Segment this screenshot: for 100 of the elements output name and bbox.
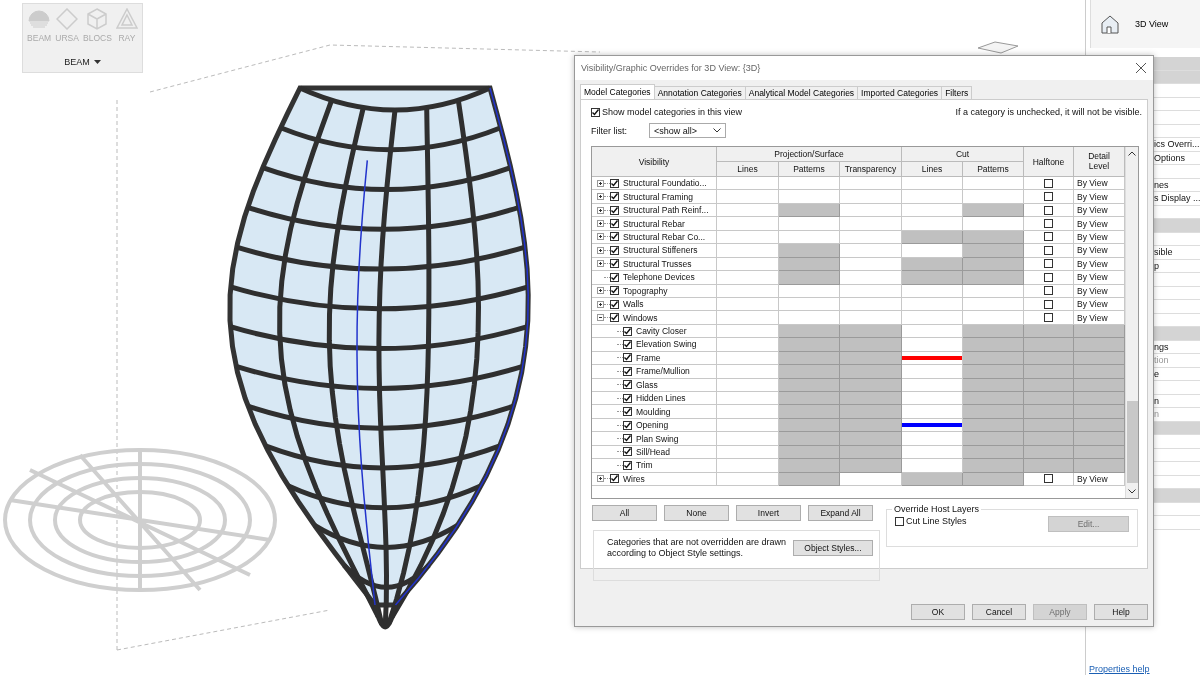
dialog-button[interactable]: Cancel xyxy=(972,604,1026,620)
table-cell[interactable] xyxy=(717,284,779,298)
table-cell[interactable] xyxy=(963,190,1024,204)
dialog-button[interactable]: Help xyxy=(1094,604,1148,620)
column-header[interactable]: Halftone xyxy=(1024,147,1074,177)
scroll-thumb[interactable] xyxy=(1126,401,1138,483)
expand-icon[interactable] xyxy=(597,246,604,254)
table-cell[interactable] xyxy=(717,311,779,325)
tab[interactable]: Filters xyxy=(941,86,973,99)
checkbox[interactable] xyxy=(1044,219,1053,229)
checkbox-label[interactable]: Cut Line Styles xyxy=(906,516,967,526)
checkbox[interactable] xyxy=(610,232,619,242)
expand-icon[interactable] xyxy=(597,220,604,228)
table-cell[interactable] xyxy=(963,217,1024,231)
checkbox[interactable] xyxy=(1044,313,1053,323)
tree-button[interactable]: Expand All xyxy=(808,505,873,521)
table-cell[interactable] xyxy=(779,284,840,298)
table-cell[interactable] xyxy=(779,297,840,312)
collapse-icon[interactable] xyxy=(597,314,604,322)
table-cell[interactable] xyxy=(902,217,963,231)
checkbox[interactable] xyxy=(623,380,632,390)
table-cell[interactable] xyxy=(840,203,902,218)
expand-icon[interactable] xyxy=(597,300,604,308)
checkbox[interactable] xyxy=(1044,192,1053,202)
tab[interactable]: Model Categories xyxy=(580,84,655,99)
column-header[interactable]: Lines xyxy=(717,162,779,177)
checkbox[interactable] xyxy=(1044,178,1053,188)
checkbox[interactable] xyxy=(610,192,619,202)
checkbox[interactable] xyxy=(1044,232,1053,242)
scroll-up-icon[interactable] xyxy=(1128,151,1136,156)
column-header[interactable]: Transparency xyxy=(840,162,902,177)
checkbox[interactable] xyxy=(623,447,632,457)
column-header[interactable]: Projection/Surface xyxy=(717,147,902,162)
column-header[interactable]: Patterns xyxy=(779,162,840,177)
close-icon[interactable] xyxy=(1136,63,1146,73)
table-cell[interactable] xyxy=(840,244,902,258)
expand-icon[interactable] xyxy=(597,193,604,201)
view-button[interactable]: 3D View xyxy=(1090,0,1200,48)
column-header[interactable]: Lines xyxy=(902,162,963,177)
table-cell[interactable] xyxy=(779,217,840,231)
table-cell[interactable] xyxy=(840,217,902,231)
checkbox[interactable] xyxy=(623,434,632,444)
table-cell[interactable] xyxy=(779,190,840,204)
dialog-button[interactable]: OK xyxy=(911,604,965,620)
table-cell[interactable] xyxy=(902,297,963,312)
expand-icon[interactable] xyxy=(597,206,604,214)
tree-button[interactable]: None xyxy=(664,505,729,521)
table-cell[interactable] xyxy=(717,177,779,191)
table-cell[interactable] xyxy=(902,351,963,366)
tab[interactable]: Annotation Categories xyxy=(653,86,746,99)
table-cell[interactable] xyxy=(963,177,1024,191)
table-cell[interactable] xyxy=(963,284,1024,298)
checkbox[interactable] xyxy=(895,516,904,526)
checkbox[interactable] xyxy=(1044,299,1053,309)
checkbox[interactable] xyxy=(1044,259,1053,269)
object-styles-button[interactable]: Object Styles... xyxy=(792,540,873,556)
checkbox[interactable] xyxy=(610,178,619,188)
table-cell[interactable] xyxy=(717,230,779,245)
checkbox[interactable] xyxy=(623,420,632,430)
tree-button[interactable]: All xyxy=(592,505,657,521)
scroll-down-icon[interactable] xyxy=(1128,489,1136,494)
table-cell[interactable] xyxy=(963,297,1024,312)
table-cell[interactable] xyxy=(717,217,779,231)
table-cell[interactable] xyxy=(840,190,902,204)
checkbox[interactable] xyxy=(610,259,619,269)
table-cell[interactable] xyxy=(779,177,840,191)
table-cell[interactable] xyxy=(902,284,963,298)
checkbox[interactable] xyxy=(610,219,619,229)
checkbox[interactable] xyxy=(623,339,632,349)
checkbox[interactable] xyxy=(1044,205,1053,215)
checkbox[interactable] xyxy=(623,366,632,376)
tree-button[interactable]: Invert xyxy=(736,505,801,521)
table-cell[interactable] xyxy=(840,297,902,312)
checkbox[interactable] xyxy=(591,107,600,117)
checkbox[interactable] xyxy=(610,205,619,215)
checkbox[interactable] xyxy=(1044,245,1053,255)
expand-icon[interactable] xyxy=(597,475,604,483)
checkbox[interactable] xyxy=(610,272,619,282)
checkbox-label[interactable]: Show model categories in this view xyxy=(602,107,743,117)
checkbox[interactable] xyxy=(623,407,632,417)
table-cell[interactable] xyxy=(717,190,779,204)
checkbox[interactable] xyxy=(1044,474,1053,484)
column-header[interactable]: Visibility xyxy=(592,147,717,177)
checkbox[interactable] xyxy=(623,460,632,470)
checkbox[interactable] xyxy=(610,474,619,484)
caret-icon[interactable] xyxy=(93,60,101,64)
tab[interactable]: Analytical Model Categories xyxy=(744,86,859,99)
checkbox[interactable] xyxy=(610,299,619,309)
table-cell[interactable] xyxy=(902,190,963,204)
table-cell[interactable] xyxy=(963,311,1024,325)
column-header[interactable]: Detail Level xyxy=(1074,147,1125,177)
scrollbar[interactable] xyxy=(1125,147,1138,498)
column-header[interactable]: Patterns xyxy=(963,162,1024,177)
filter-dropdown[interactable]: <show all> xyxy=(649,123,726,138)
table-cell[interactable] xyxy=(902,311,963,325)
checkbox[interactable] xyxy=(623,326,632,336)
table-cell[interactable] xyxy=(902,177,963,191)
checkbox[interactable] xyxy=(610,245,619,255)
checkbox[interactable] xyxy=(623,393,632,403)
checkbox[interactable] xyxy=(623,353,632,363)
